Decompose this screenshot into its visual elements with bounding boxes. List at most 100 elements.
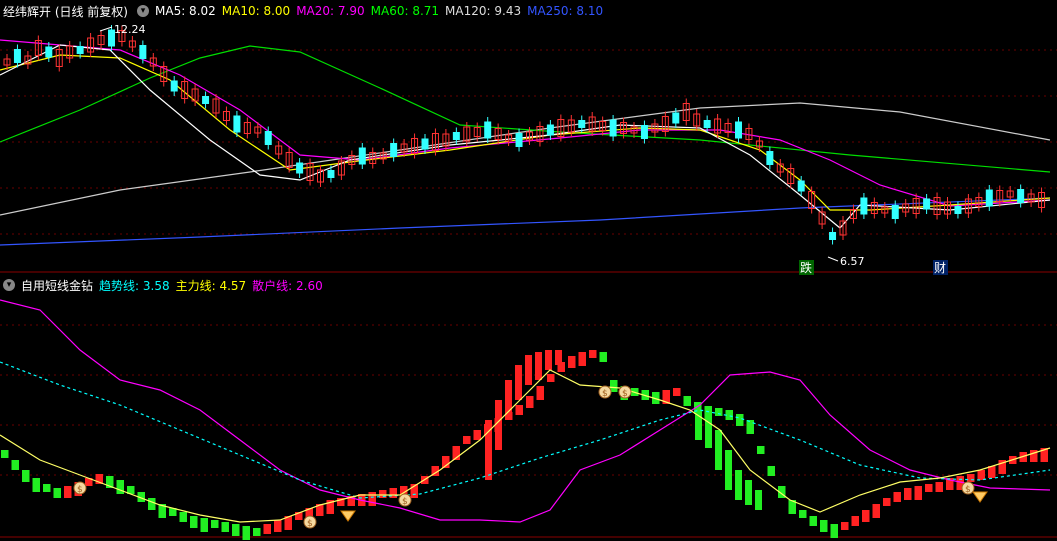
candle-body (327, 170, 335, 178)
indicator-bar (757, 446, 765, 454)
low-price-label: 6.57 (840, 255, 865, 268)
indicator-bar (190, 516, 198, 528)
indicator-bar (862, 510, 870, 522)
indicator-bar (725, 450, 732, 490)
candle-body (358, 147, 366, 165)
chart-canvas[interactable]: $ $ $ $ $ $ 12.24 6.57 跌 财 (0, 0, 1057, 541)
indicator-bar (925, 484, 933, 492)
indicator-bar (53, 488, 61, 498)
candle-body (233, 115, 241, 133)
ma20-line (0, 39, 1051, 207)
indicator-bar (368, 492, 376, 506)
indicator-bar (473, 430, 481, 440)
svg-text:$: $ (622, 389, 628, 399)
indicator-bar (851, 516, 859, 526)
indicator-bar (200, 518, 208, 532)
indicator-bar (179, 512, 187, 522)
svg-text:跌: 跌 (800, 260, 812, 275)
indicator-bar (767, 466, 775, 476)
indicator-bar (673, 388, 681, 396)
indicator-bar (526, 396, 534, 408)
indicator-bar (893, 492, 901, 502)
high-price-annotation: 12.24 (99, 23, 146, 36)
candle-body (609, 119, 617, 137)
candle-body (546, 124, 554, 136)
money-bag-icon: $ (961, 481, 975, 495)
svg-text:$: $ (307, 519, 313, 529)
candle-body (515, 133, 523, 147)
indicator-bar (715, 408, 723, 416)
indicator-bar (841, 522, 849, 530)
indicator-bar (715, 430, 722, 470)
svg-text:$: $ (402, 497, 408, 507)
indicator-bar (221, 522, 229, 532)
ma60-line (0, 45, 1051, 173)
candle-body (1017, 189, 1025, 203)
indicator-bar (967, 474, 975, 482)
candle-body (672, 112, 680, 124)
candle-body (264, 131, 272, 145)
candle-body (766, 151, 774, 165)
indicator-bar (43, 484, 51, 492)
ma5-line (0, 44, 1051, 229)
indicator-bar (263, 524, 271, 534)
main-force-line (0, 369, 1051, 523)
indicator-bar (568, 356, 576, 368)
diamond-icon (340, 510, 356, 522)
candle-body (891, 205, 899, 219)
candle-body (452, 132, 460, 140)
indicator-bar (988, 466, 996, 478)
indicator-bar (704, 406, 712, 420)
indicator-bar (745, 480, 752, 505)
indicator-bar (232, 524, 240, 536)
candle-body (640, 125, 648, 139)
candle-body (703, 120, 711, 128)
indicator-bar (547, 374, 555, 382)
svg-text:$: $ (77, 485, 83, 495)
indicator-bar (242, 526, 250, 540)
candle-body (860, 197, 868, 215)
money-bag-icon: $ (398, 493, 412, 507)
high-price-label: 12.24 (114, 23, 146, 36)
indicator-bar (904, 488, 912, 500)
indicator-bar (589, 350, 597, 358)
candle-body (829, 232, 837, 240)
svg-text:$: $ (602, 389, 608, 399)
indicator-bar (211, 520, 219, 528)
indicator-bar (11, 460, 19, 470)
indicator-bar (755, 490, 762, 510)
ma10-line (0, 54, 1051, 211)
candle-body (139, 45, 147, 59)
candle-body (76, 46, 84, 54)
candle-body (735, 121, 742, 139)
candle-body (484, 121, 492, 139)
indicator-bar (32, 478, 40, 492)
candle-body (13, 49, 21, 63)
candle-body (578, 120, 586, 128)
indicator-bar (148, 498, 156, 510)
finance-badge[interactable]: 财 (933, 260, 948, 275)
candle-body (45, 46, 53, 58)
indicator-bar (578, 352, 586, 366)
indicator-bar (525, 355, 532, 385)
indicator-bar (872, 504, 880, 518)
diamond-icon (972, 491, 988, 503)
candle-body (170, 80, 178, 92)
money-bag-icon: $ (303, 515, 317, 529)
candle-body (797, 180, 805, 192)
candle-body (954, 206, 962, 214)
indicator-bar (253, 528, 261, 536)
indicator-bar (914, 486, 922, 500)
money-bag-icon: $ (598, 385, 612, 399)
indicator-bar (830, 524, 838, 538)
indicator-bar (535, 352, 542, 380)
indicator-bar (809, 516, 817, 526)
indicator-bar (977, 470, 985, 480)
indicator-bar (820, 520, 828, 532)
indicator-bar (799, 510, 807, 518)
drop-badge[interactable]: 跌 (799, 260, 814, 275)
svg-text:$: $ (965, 485, 971, 495)
indicator-bar (935, 482, 943, 492)
indicator-bar (1, 450, 9, 458)
candle-body (202, 96, 210, 104)
